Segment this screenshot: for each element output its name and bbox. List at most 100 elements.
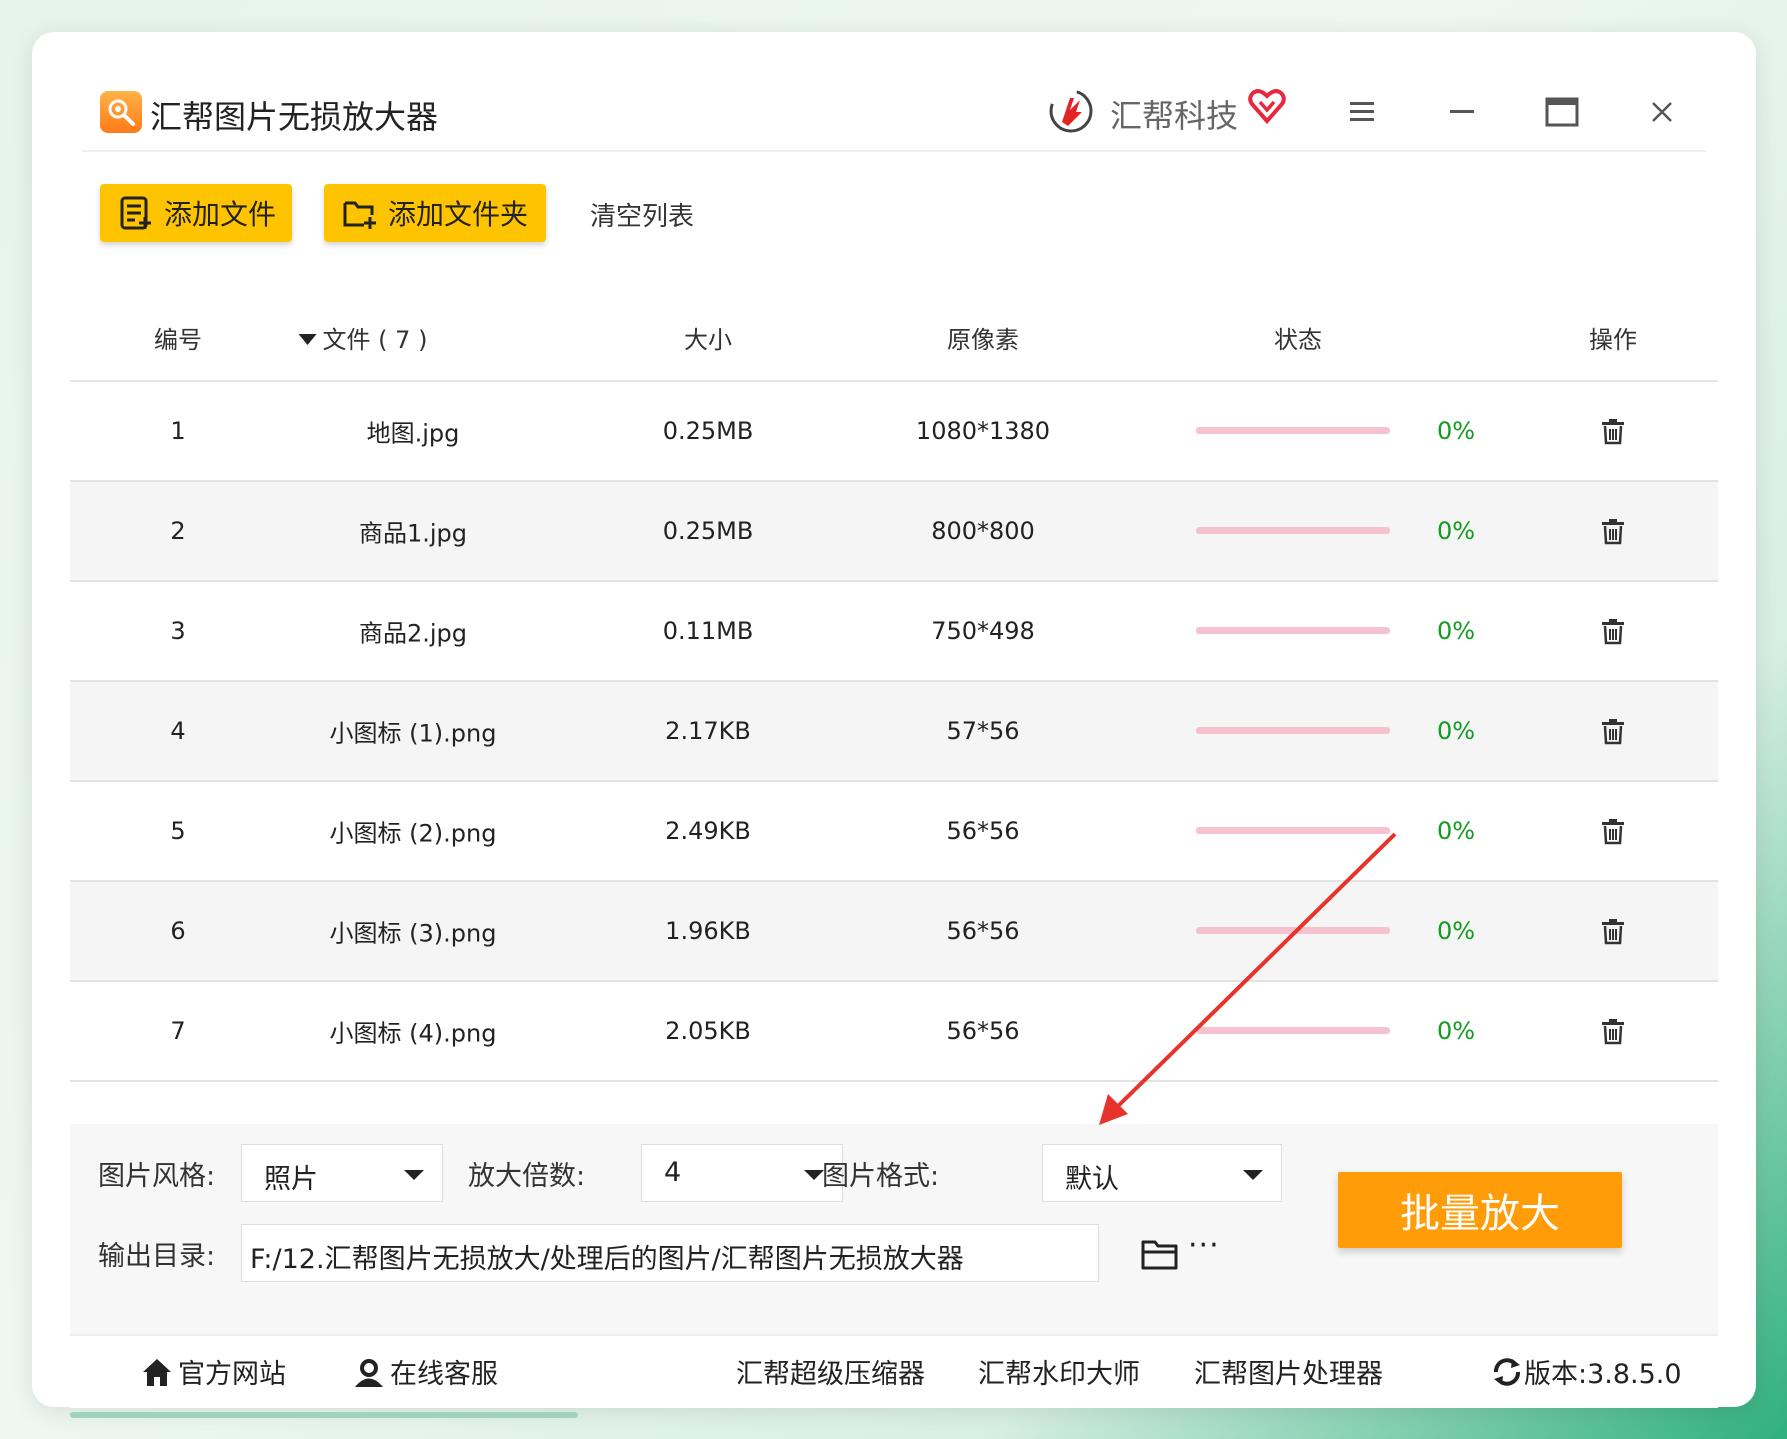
row-file-size: 2.17KB	[665, 717, 751, 745]
open-folder-icon[interactable]	[1140, 1236, 1180, 1272]
refresh-icon[interactable]	[1490, 1355, 1524, 1389]
row-number: 6	[170, 917, 186, 945]
trash-icon[interactable]	[1598, 716, 1628, 746]
trash-icon[interactable]	[1598, 1016, 1628, 1046]
table-body: 1 地图.jpg 0.25MB 1080*1380 0% 2 商品1.jpg 0.25MB 80…	[70, 382, 1718, 1082]
row-pixels: 1080*1380	[915, 417, 1051, 445]
output-path-field[interactable]: F:/12.汇帮图片无损放大/处理后的图片/汇帮图片无损放大器	[241, 1224, 1099, 1282]
row-progress-bar	[1196, 427, 1390, 434]
header-size: 大小	[684, 326, 732, 354]
trash-icon[interactable]	[1598, 816, 1628, 846]
header-file[interactable]: 文件 ( 7 )	[298, 320, 428, 355]
header-file-label: 文件 ( 7 )	[322, 326, 428, 354]
format-label: 图片格式:	[822, 1161, 940, 1192]
batch-enlarge-button[interactable]: 批量放大	[1338, 1172, 1622, 1248]
row-number: 1	[170, 417, 186, 445]
row-pixels: 800*800	[931, 517, 1035, 545]
horizontal-scrollbar[interactable]	[70, 1412, 578, 1418]
row-pixels: 56*56	[946, 917, 1020, 945]
online-service-link[interactable]: 在线客服	[352, 1352, 498, 1391]
row-file-size: 2.49KB	[665, 817, 751, 845]
style-select[interactable]: 照片	[241, 1144, 443, 1202]
row-file-name: 小图标 (3).png	[329, 919, 497, 948]
row-progress-bar	[1196, 1027, 1390, 1034]
title-bar: 汇帮图片无损放大器 汇帮科技	[32, 32, 1756, 152]
row-file-name: 小图标 (1).png	[329, 719, 497, 748]
row-number: 7	[170, 1017, 186, 1045]
row-percent: 0%	[1436, 517, 1476, 545]
home-icon	[143, 1358, 171, 1386]
row-pixels: 56*56	[946, 1017, 1020, 1045]
row-file-name: 小图标 (2).png	[329, 819, 497, 848]
file-table: 编号 文件 ( 7 ) 大小 原像素 状态 操作 1 地图.jpg 0.25MB 10…	[70, 262, 1718, 1082]
table-row[interactable]: 4 小图标 (1).png 2.17KB 57*56 0%	[70, 682, 1718, 782]
menu-button[interactable]	[1334, 84, 1390, 140]
brand-logo-icon	[1049, 89, 1093, 133]
row-file-name: 商品2.jpg	[358, 619, 468, 648]
sort-down-icon	[298, 334, 317, 345]
table-row[interactable]: 2 商品1.jpg 0.25MB 800*800 0%	[70, 482, 1718, 582]
scale-value: 4	[664, 1157, 682, 1188]
online-service-label: 在线客服	[390, 1359, 498, 1390]
customer-service-icon	[355, 1358, 383, 1387]
row-file-size: 0.25MB	[662, 417, 754, 445]
row-progress-bar	[1196, 627, 1390, 634]
row-percent: 0%	[1436, 617, 1476, 645]
row-number: 2	[170, 517, 186, 545]
table-row[interactable]: 3 商品2.jpg 0.11MB 750*498 0%	[70, 582, 1718, 682]
row-progress-bar	[1196, 827, 1390, 834]
app-logo-icon	[100, 91, 142, 133]
row-percent: 0%	[1436, 917, 1476, 945]
official-website-link[interactable]: 官方网站	[140, 1352, 286, 1391]
row-pixels: 57*56	[946, 717, 1020, 745]
add-folder-button[interactable]: 添加文件夹	[324, 184, 546, 242]
row-percent: 0%	[1436, 817, 1476, 845]
row-pixels: 750*498	[931, 617, 1035, 645]
row-progress-bar	[1196, 927, 1390, 934]
app-title: 汇帮图片无损放大器	[150, 98, 439, 136]
trash-icon[interactable]	[1598, 616, 1628, 646]
image-processor-link[interactable]: 汇帮图片处理器	[1194, 1352, 1383, 1391]
table-row[interactable]: 7 小图标 (4).png 2.05KB 56*56 0%	[70, 982, 1718, 1082]
trash-icon[interactable]	[1598, 916, 1628, 946]
table-row[interactable]: 5 小图标 (2).png 2.49KB 56*56 0%	[70, 782, 1718, 882]
trash-icon[interactable]	[1598, 516, 1628, 546]
row-progress-bar	[1196, 527, 1390, 534]
row-file-name: 地图.jpg	[366, 419, 460, 448]
add-file-button[interactable]: 添加文件	[100, 184, 292, 242]
table-row[interactable]: 1 地图.jpg 0.25MB 1080*1380 0%	[70, 382, 1718, 482]
app-window: 汇帮图片无损放大器 汇帮科技 添加文件 添加文件夹 清空列表 编号 文件 (7…	[32, 32, 1756, 1408]
more-button[interactable]: ···	[1188, 1228, 1220, 1263]
output-label: 输出目录:	[98, 1241, 216, 1272]
row-number: 3	[170, 617, 186, 645]
minimize-button[interactable]	[1434, 84, 1490, 140]
scale-select[interactable]: 4	[641, 1144, 843, 1202]
maximize-button[interactable]	[1534, 84, 1590, 140]
clear-list-button[interactable]: 清空列表	[590, 196, 694, 233]
trash-icon[interactable]	[1598, 416, 1628, 446]
watermark-link[interactable]: 汇帮水印大师	[978, 1352, 1140, 1391]
row-number: 5	[170, 817, 186, 845]
scale-label: 放大倍数:	[468, 1161, 586, 1192]
row-number: 4	[170, 717, 186, 745]
brand-name: 汇帮科技	[1110, 97, 1239, 135]
format-select[interactable]: 默认	[1042, 1144, 1282, 1202]
style-value: 照片	[264, 1164, 318, 1195]
add-file-label: 添加文件	[164, 198, 277, 231]
row-percent: 0%	[1436, 417, 1476, 445]
add-file-icon	[120, 196, 151, 230]
compressor-link[interactable]: 汇帮超级压缩器	[736, 1352, 925, 1391]
row-file-name: 小图标 (4).png	[329, 1019, 497, 1048]
style-label: 图片风格:	[98, 1161, 216, 1192]
add-folder-label: 添加文件夹	[388, 198, 529, 231]
close-button[interactable]	[1634, 84, 1690, 140]
vip-heart-icon[interactable]	[1248, 88, 1286, 124]
format-value: 默认	[1065, 1164, 1119, 1195]
row-file-name: 商品1.jpg	[358, 519, 468, 548]
table-row[interactable]: 6 小图标 (3).png 1.96KB 56*56 0%	[70, 882, 1718, 982]
chevron-down-icon	[1243, 1170, 1263, 1180]
title-divider	[82, 150, 1706, 152]
header-action: 操作	[1589, 326, 1637, 354]
header-pixels: 原像素	[947, 326, 1019, 354]
chevron-down-icon	[804, 1170, 824, 1180]
